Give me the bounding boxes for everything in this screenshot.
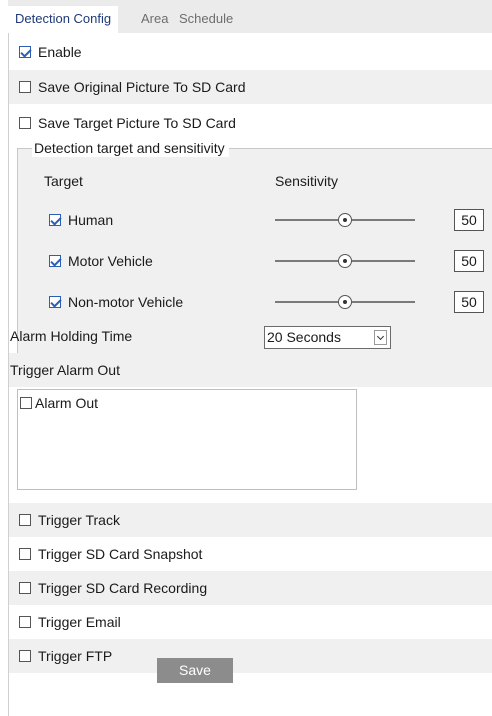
trigger-alarm-out-row: Trigger Alarm Out (9, 353, 492, 387)
target-row-human: Human 50 (18, 205, 492, 235)
trigger-sd-snapshot-checkbox[interactable] (19, 548, 31, 560)
trigger-alarm-out-label: Trigger Alarm Out (10, 362, 120, 378)
tab-bar: Detection Config Area Schedule (8, 0, 492, 33)
slider-thumb[interactable] (338, 295, 352, 309)
trigger-sd-snapshot-label: Trigger SD Card Snapshot (38, 546, 203, 562)
motor-vehicle-sensitivity-value[interactable]: 50 (454, 250, 484, 272)
enable-label: Enable (38, 44, 82, 60)
alarm-holding-label: Alarm Holding Time (10, 328, 133, 344)
non-motor-vehicle-label: Non-motor Vehicle (68, 294, 184, 310)
trigger-track-row: Trigger Track (9, 503, 492, 537)
slider-thumb[interactable] (338, 213, 352, 227)
motor-vehicle-sensitivity-slider[interactable] (275, 254, 415, 268)
save-target-label: Save Target Picture To SD Card (38, 115, 236, 131)
config-panel: Enable Save Original Picture To SD Card … (8, 33, 492, 716)
save-original-checkbox[interactable] (19, 81, 31, 93)
alarm-holding-value: 20 Seconds (267, 329, 341, 345)
trigger-ftp-label: Trigger FTP (38, 648, 113, 664)
trigger-track-label: Trigger Track (38, 512, 120, 528)
enable-row: Enable (9, 35, 492, 69)
save-original-row: Save Original Picture To SD Card (9, 70, 492, 104)
detection-legend: Detection target and sensitivity (32, 139, 229, 157)
trigger-sd-recording-row: Trigger SD Card Recording (9, 571, 492, 605)
trigger-email-row: Trigger Email (9, 605, 492, 639)
non-motor-vehicle-sensitivity-slider[interactable] (275, 295, 415, 309)
human-sensitivity-slider[interactable] (275, 213, 415, 227)
trigger-email-label: Trigger Email (38, 614, 121, 630)
alarm-holding-select[interactable]: 20 Seconds (264, 326, 391, 349)
alarm-out-list: Alarm Out (17, 389, 357, 490)
save-original-label: Save Original Picture To SD Card (38, 79, 246, 95)
trigger-sd-recording-label: Trigger SD Card Recording (38, 580, 208, 596)
sensitivity-column-header: Sensitivity (275, 173, 339, 189)
tab-schedule[interactable]: Schedule (173, 6, 239, 33)
human-checkbox[interactable] (49, 214, 61, 226)
trigger-sd-recording-checkbox[interactable] (19, 582, 31, 594)
tab-detection-config[interactable]: Detection Config (8, 6, 119, 33)
human-sensitivity-value[interactable]: 50 (454, 209, 484, 231)
alarm-out-label: Alarm Out (35, 395, 99, 411)
target-column-header: Target (44, 173, 83, 189)
target-row-non-motor-vehicle: Non-motor Vehicle 50 (18, 287, 492, 317)
human-label: Human (68, 212, 114, 228)
save-button[interactable]: Save (157, 658, 233, 683)
trigger-sd-snapshot-row: Trigger SD Card Snapshot (9, 537, 492, 571)
alarm-out-checkbox[interactable] (20, 397, 32, 409)
non-motor-vehicle-sensitivity-value[interactable]: 50 (454, 291, 484, 313)
trigger-track-checkbox[interactable] (19, 514, 31, 526)
save-target-row: Save Target Picture To SD Card (9, 106, 492, 140)
slider-thumb[interactable] (338, 254, 352, 268)
tab-area[interactable]: Area (135, 6, 174, 33)
trigger-email-checkbox[interactable] (19, 616, 31, 628)
list-item: Alarm Out (20, 395, 98, 411)
save-target-checkbox[interactable] (19, 117, 31, 129)
motor-vehicle-checkbox[interactable] (49, 255, 61, 267)
non-motor-vehicle-checkbox[interactable] (49, 296, 61, 308)
alarm-holding-row: Alarm Holding Time (9, 319, 492, 353)
enable-checkbox[interactable] (19, 46, 31, 58)
chevron-down-icon[interactable] (374, 330, 387, 345)
trigger-ftp-row: Trigger FTP (9, 639, 492, 673)
target-row-motor-vehicle: Motor Vehicle 50 (18, 246, 492, 276)
motor-vehicle-label: Motor Vehicle (68, 253, 153, 269)
trigger-ftp-checkbox[interactable] (19, 650, 31, 662)
